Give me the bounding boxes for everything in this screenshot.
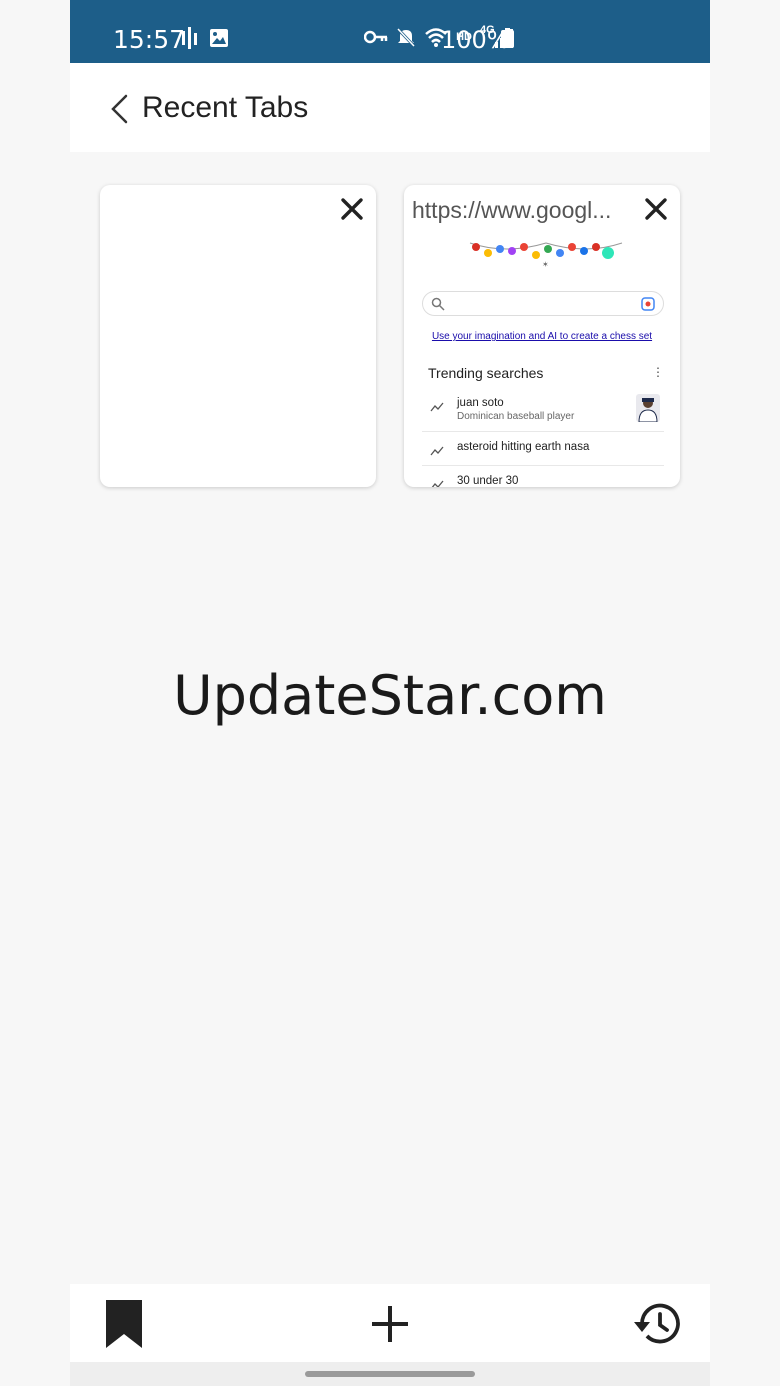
key-icon (364, 30, 388, 44)
more-vert-icon[interactable]: ⋮ (652, 365, 664, 379)
status-bar: 15:57 HD 4G 100% (70, 0, 710, 63)
history-button[interactable] (628, 1296, 684, 1352)
battery-icon (501, 28, 514, 48)
search-icon (431, 297, 445, 311)
divider (422, 465, 664, 466)
phone-screen: 15:57 HD 4G 100% Recent Tabs https://www… (70, 0, 710, 1386)
tab-card-blank[interactable] (100, 185, 376, 487)
google-lens-icon[interactable] (641, 297, 655, 311)
tab-card-google[interactable]: https://www.googl... ✶ Use your imaginat… (404, 185, 680, 487)
watermark-text: UpdateStar.com (173, 664, 607, 727)
google-doodle-icon: ✶ (469, 242, 623, 267)
bookmark-icon (106, 1300, 142, 1348)
svg-text:✶: ✶ (542, 260, 549, 267)
close-tab-icon[interactable] (642, 195, 670, 223)
battery-level: 100% (441, 26, 510, 54)
trending-item-title: asteroid hitting earth nasa (457, 441, 590, 453)
trending-item[interactable]: asteroid hitting earth nasa (422, 441, 664, 466)
player-thumbnail (636, 394, 660, 422)
chevron-left-icon[interactable] (108, 93, 130, 125)
mute-icon (397, 27, 416, 47)
new-tab-button[interactable] (362, 1296, 418, 1352)
home-handle[interactable] (305, 1371, 475, 1377)
trending-up-icon (431, 480, 444, 487)
system-nav-area (70, 1362, 710, 1386)
trending-item-subtitle: Dominican baseball player (457, 411, 575, 422)
header-bar: Recent Tabs (70, 63, 710, 152)
promo-link[interactable]: Use your imagination and AI to create a … (404, 331, 680, 342)
divider (422, 431, 664, 432)
trending-title: Trending searches (428, 365, 544, 381)
status-left-icons (181, 27, 229, 49)
trending-item[interactable]: 30 under 30 (422, 475, 664, 487)
bottom-toolbar (70, 1284, 710, 1362)
close-tab-icon[interactable] (338, 195, 366, 223)
trending-up-icon (430, 446, 444, 456)
plus-icon (372, 1306, 408, 1342)
history-icon (634, 1303, 680, 1344)
bookmarks-button[interactable] (96, 1296, 152, 1352)
page-title: Recent Tabs (142, 91, 309, 124)
trending-item[interactable]: juan soto Dominican baseball player (422, 394, 664, 432)
trending-up-icon (430, 402, 444, 412)
google-search-box[interactable] (422, 291, 664, 316)
signal-activity-icon (182, 27, 197, 49)
trending-item-title: juan soto (457, 397, 504, 409)
image-icon (210, 29, 228, 47)
tab-url: https://www.googl... (412, 197, 612, 223)
trending-item-title: 30 under 30 (457, 475, 519, 487)
status-time: 15:57 (113, 25, 186, 54)
